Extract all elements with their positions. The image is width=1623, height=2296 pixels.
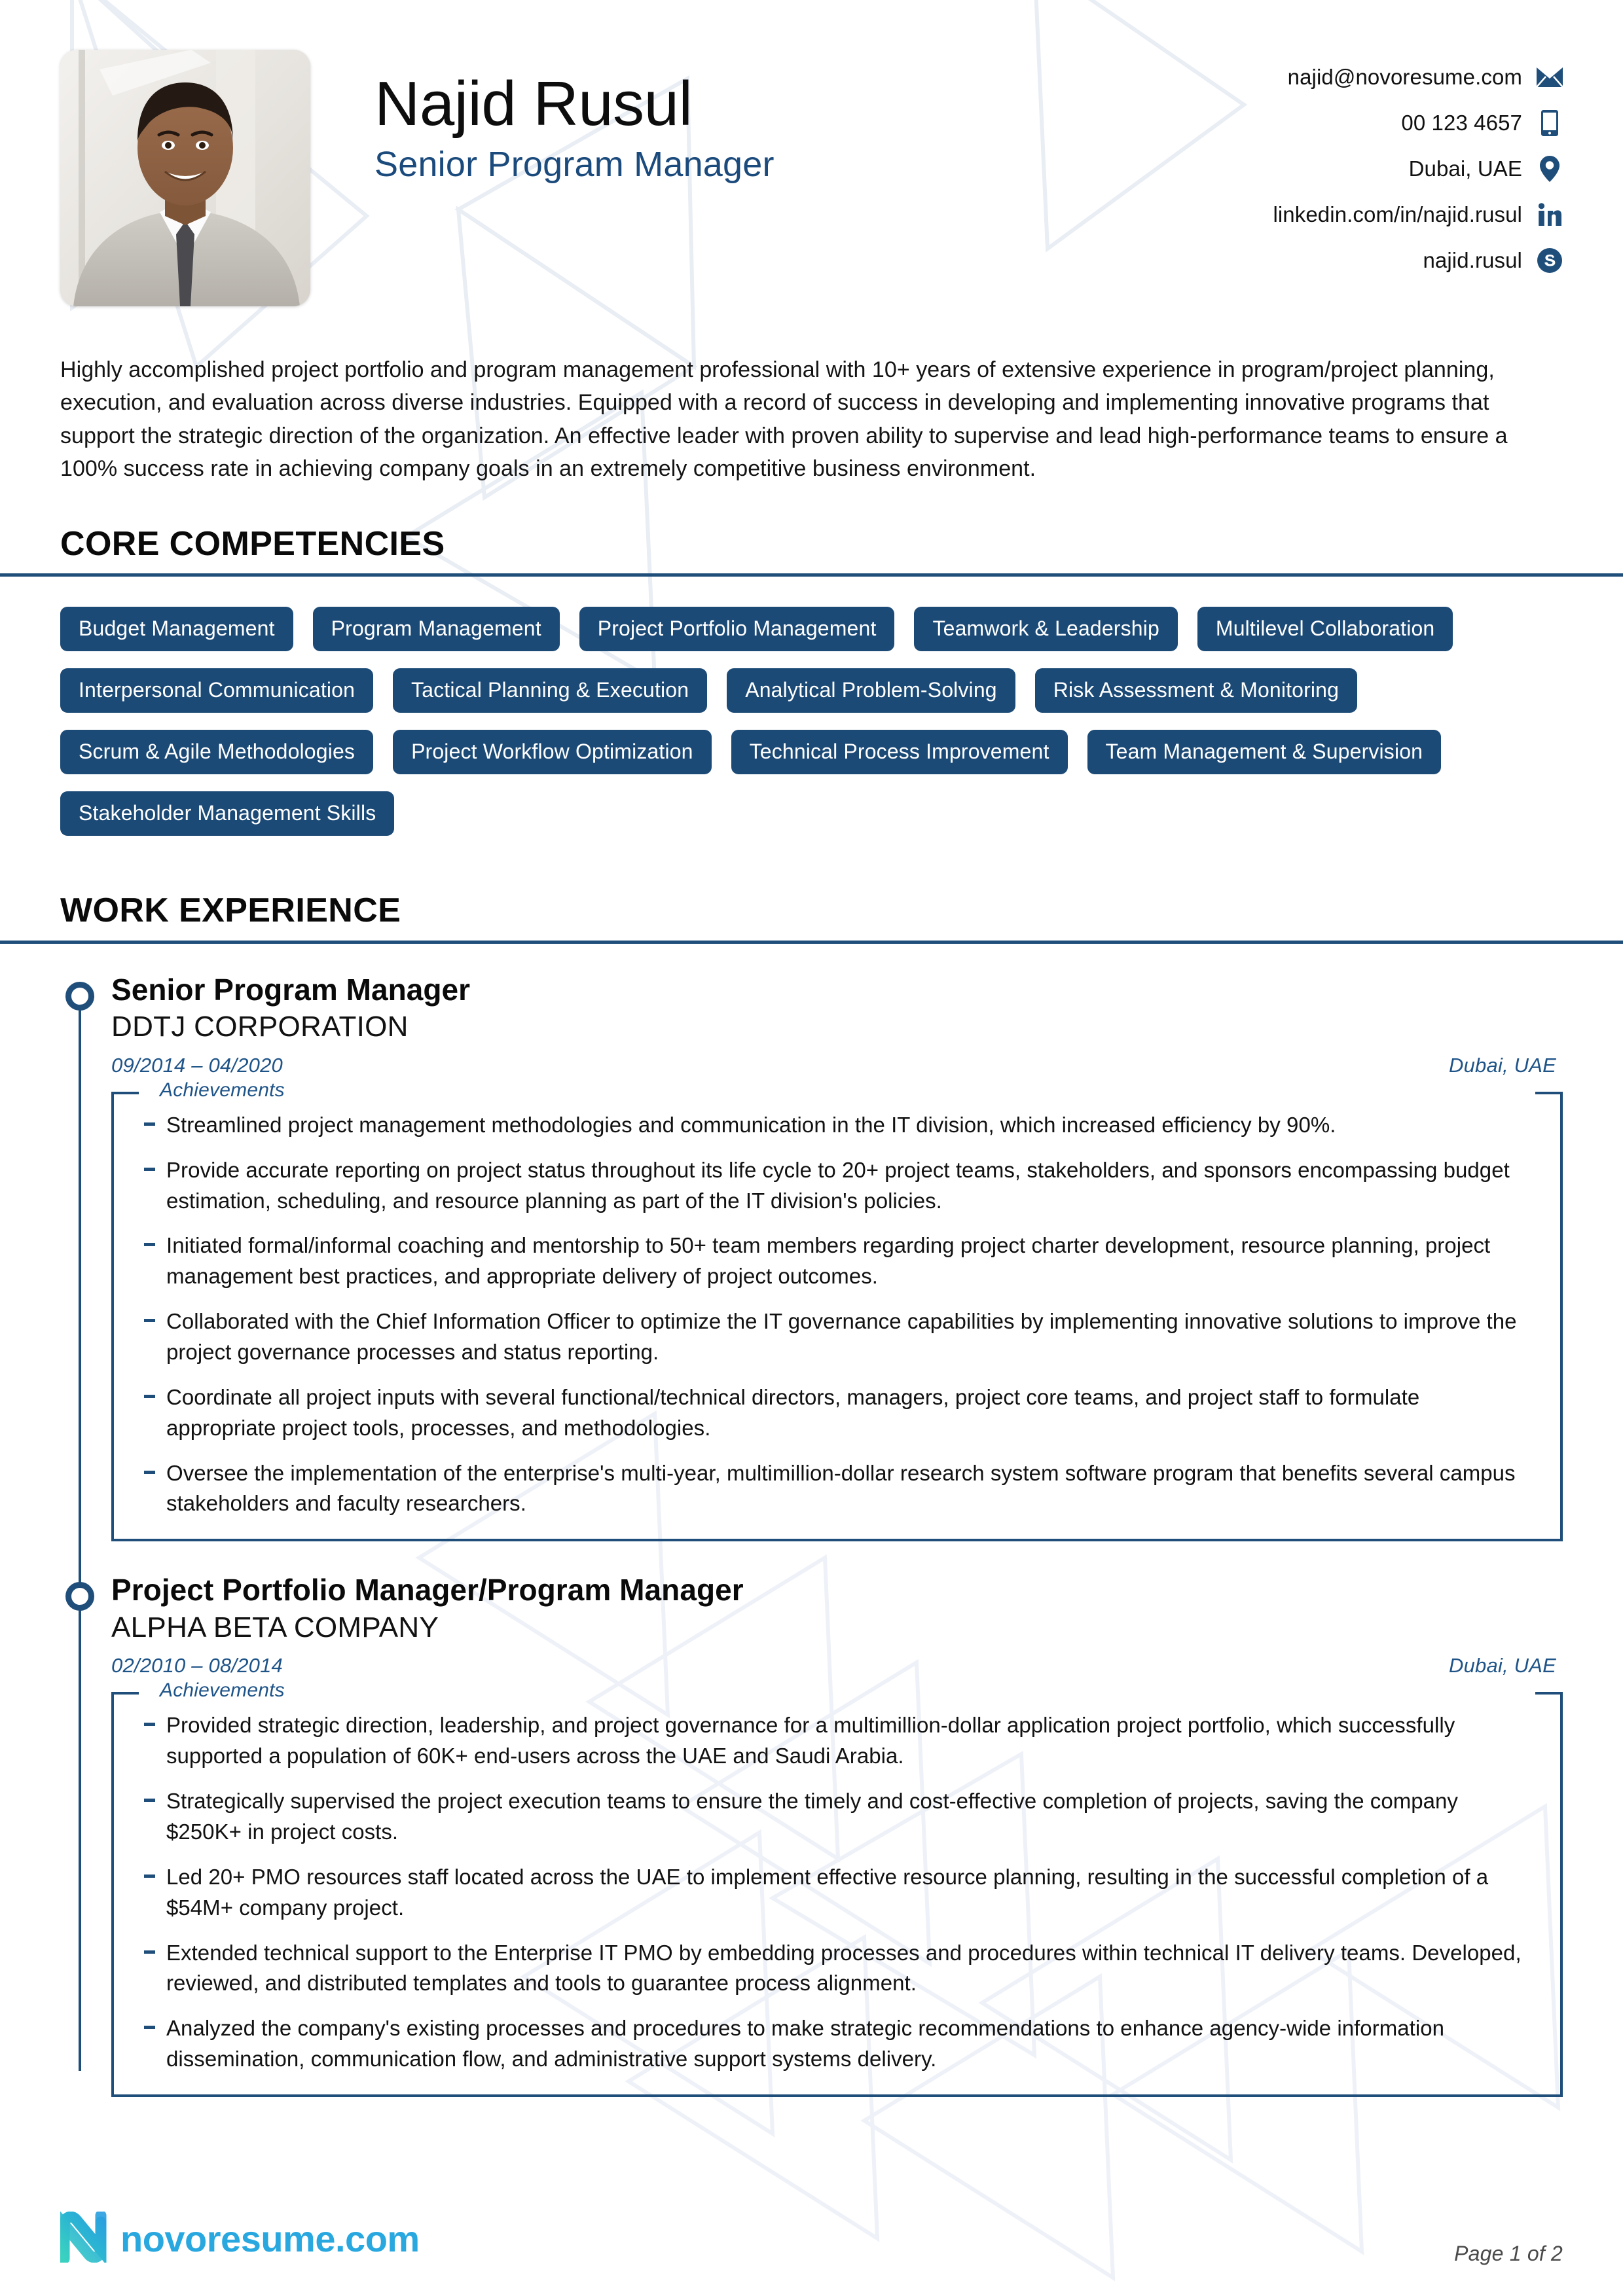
section-title-work-experience: WORK EXPERIENCE [60, 891, 401, 930]
section-work-experience: WORK EXPERIENCE [0, 891, 1623, 944]
envelope-icon [1537, 64, 1563, 90]
avatar [60, 50, 310, 306]
bracket-top-left [111, 1692, 139, 1695]
summary-text: Highly accomplished project portfolio an… [60, 357, 1508, 481]
competency-tag[interactable]: Tactical Planning & Execution [393, 668, 708, 713]
competency-tag[interactable]: Stakeholder Management Skills [60, 791, 395, 836]
bracket-top-right [1535, 1091, 1563, 1094]
achievement-item: Streamlined project management methodolo… [140, 1110, 1550, 1141]
competency-tag[interactable]: Budget Management [60, 607, 293, 652]
achievements-label: Achievements [153, 1679, 294, 1702]
job-location: Dubai, UAE [1449, 1654, 1556, 1677]
bracket-top-left [111, 1091, 139, 1094]
skype-icon [1537, 247, 1563, 274]
contact-item-skype[interactable]: najid.rusul [1423, 247, 1563, 274]
achievements-list: Provided strategic direction, leadership… [123, 1710, 1550, 2075]
achievement-item: Coordinate all project inputs with sever… [140, 1382, 1550, 1444]
work-experience-item: Senior Program Manager DDTJ CORPORATION … [60, 973, 1563, 1542]
contact-phone-text: 00 123 4657 [1401, 111, 1522, 135]
competency-tag[interactable]: Project Portfolio Management [579, 607, 895, 652]
smartphone-icon [1537, 110, 1563, 136]
job-meta: 02/2010 – 08/2014 Dubai, UAE [111, 1654, 1563, 1677]
work-experience-list: Senior Program Manager DDTJ CORPORATION … [60, 973, 1563, 2097]
contact-email-text: najid@novoresume.com [1287, 65, 1522, 89]
contact-skype-text: najid.rusul [1423, 248, 1522, 272]
work-experience-item: Project Portfolio Manager/Program Manage… [60, 1573, 1563, 2097]
competency-tag[interactable]: Analytical Problem-Solving [727, 668, 1015, 713]
section-title-core-competencies: CORE COMPETENCIES [60, 525, 445, 564]
novoresume-n-icon [58, 2209, 111, 2266]
name-block: Najid Rusul Senior Program Manager [310, 41, 1273, 185]
competency-tag[interactable]: Program Management [312, 607, 560, 652]
achievement-item: Oversee the implementation of the enterp… [140, 1458, 1550, 1520]
location-pin-icon [1537, 156, 1563, 182]
achievement-item: Initiated formal/informal coaching and m… [140, 1230, 1550, 1292]
achievement-item: Led 20+ PMO resources staff located acro… [140, 1862, 1550, 1924]
profile-photo-icon [60, 50, 310, 306]
contact-linkedin-text: linkedin.com/in/najid.rusul [1273, 202, 1522, 226]
competency-tag[interactable]: Project Workflow Optimization [393, 730, 712, 775]
job-title: Senior Program Manager [111, 972, 471, 1007]
achievement-item: Strategically supervised the project exe… [140, 1786, 1550, 1848]
contact-location-text: Dubai, UAE [1408, 156, 1522, 181]
achievements-box: Achievements Streamlined project managem… [111, 1079, 1563, 1542]
achievements-box: Achievements Provided strategic directio… [111, 1679, 1563, 2097]
resume-page: Najid Rusul Senior Program Manager najid… [0, 0, 1623, 2296]
competency-tag[interactable]: Interpersonal Communication [60, 668, 374, 713]
achievement-item: Collaborated with the Chief Information … [140, 1306, 1550, 1368]
achievement-item: Provided strategic direction, leadership… [140, 1710, 1550, 1772]
achievement-item: Extended technical support to the Enterp… [140, 1938, 1550, 2000]
timeline-marker-icon [65, 1582, 94, 1611]
section-core-competencies: CORE COMPETENCIES [0, 525, 1623, 577]
achievements-list: Streamlined project management methodolo… [123, 1110, 1550, 1519]
achievements-label: Achievements [153, 1079, 294, 1102]
competency-tag[interactable]: Technical Process Improvement [731, 730, 1068, 775]
competency-tag[interactable]: Scrum & Agile Methodologies [60, 730, 374, 775]
competency-tag[interactable]: Risk Assessment & Monitoring [1034, 668, 1358, 713]
job-company: ALPHA BETA COMPANY [111, 1611, 439, 1643]
competency-tag-list: Budget Management Program Management Pro… [60, 607, 1494, 836]
competency-tag[interactable]: Teamwork & Leadership [914, 607, 1178, 652]
section-divider [0, 940, 1623, 944]
competency-tag[interactable]: Multilevel Collaboration [1197, 607, 1453, 652]
contact-list: najid@novoresume.com 00 123 4657 Dubai, … [1273, 41, 1563, 274]
linkedin-icon [1537, 202, 1563, 228]
job-company: DDTJ CORPORATION [111, 1010, 409, 1043]
competency-tag[interactable]: Team Management & Supervision [1087, 730, 1442, 775]
contact-item-location[interactable]: Dubai, UAE [1409, 156, 1563, 182]
bracket-top-right [1535, 1692, 1563, 1695]
novoresume-logo[interactable]: novoresume.com [58, 2209, 420, 2266]
achievement-item: Provide accurate reporting on project st… [140, 1155, 1550, 1217]
achievement-item: Analyzed the company's existing processe… [140, 2013, 1550, 2075]
contact-item-email[interactable]: najid@novoresume.com [1288, 64, 1563, 90]
page-footer: novoresume.com Page 1 of 2 [58, 2209, 1563, 2266]
contact-item-linkedin[interactable]: linkedin.com/in/najid.rusul [1273, 202, 1563, 228]
timeline-marker-icon [65, 981, 94, 1011]
section-divider [0, 573, 1623, 577]
job-dates: 09/2014 – 04/2020 [111, 1053, 283, 1077]
job-meta: 09/2014 – 04/2020 Dubai, UAE [111, 1054, 1563, 1077]
job-title: Project Portfolio Manager/Program Manage… [111, 1573, 744, 1607]
header-job-title: Senior Program Manager [374, 144, 775, 184]
page-number: Page 1 of 2 [1454, 2242, 1563, 2265]
resume-header: Najid Rusul Senior Program Manager najid… [60, 41, 1563, 306]
contact-item-phone[interactable]: 00 123 4657 [1401, 110, 1563, 136]
job-location: Dubai, UAE [1449, 1053, 1556, 1077]
novoresume-logo-text: novoresume.com [120, 2217, 420, 2259]
page-title: Najid Rusul [374, 69, 693, 139]
job-dates: 02/2010 – 08/2014 [111, 1654, 283, 1677]
timeline-line [79, 992, 81, 2071]
